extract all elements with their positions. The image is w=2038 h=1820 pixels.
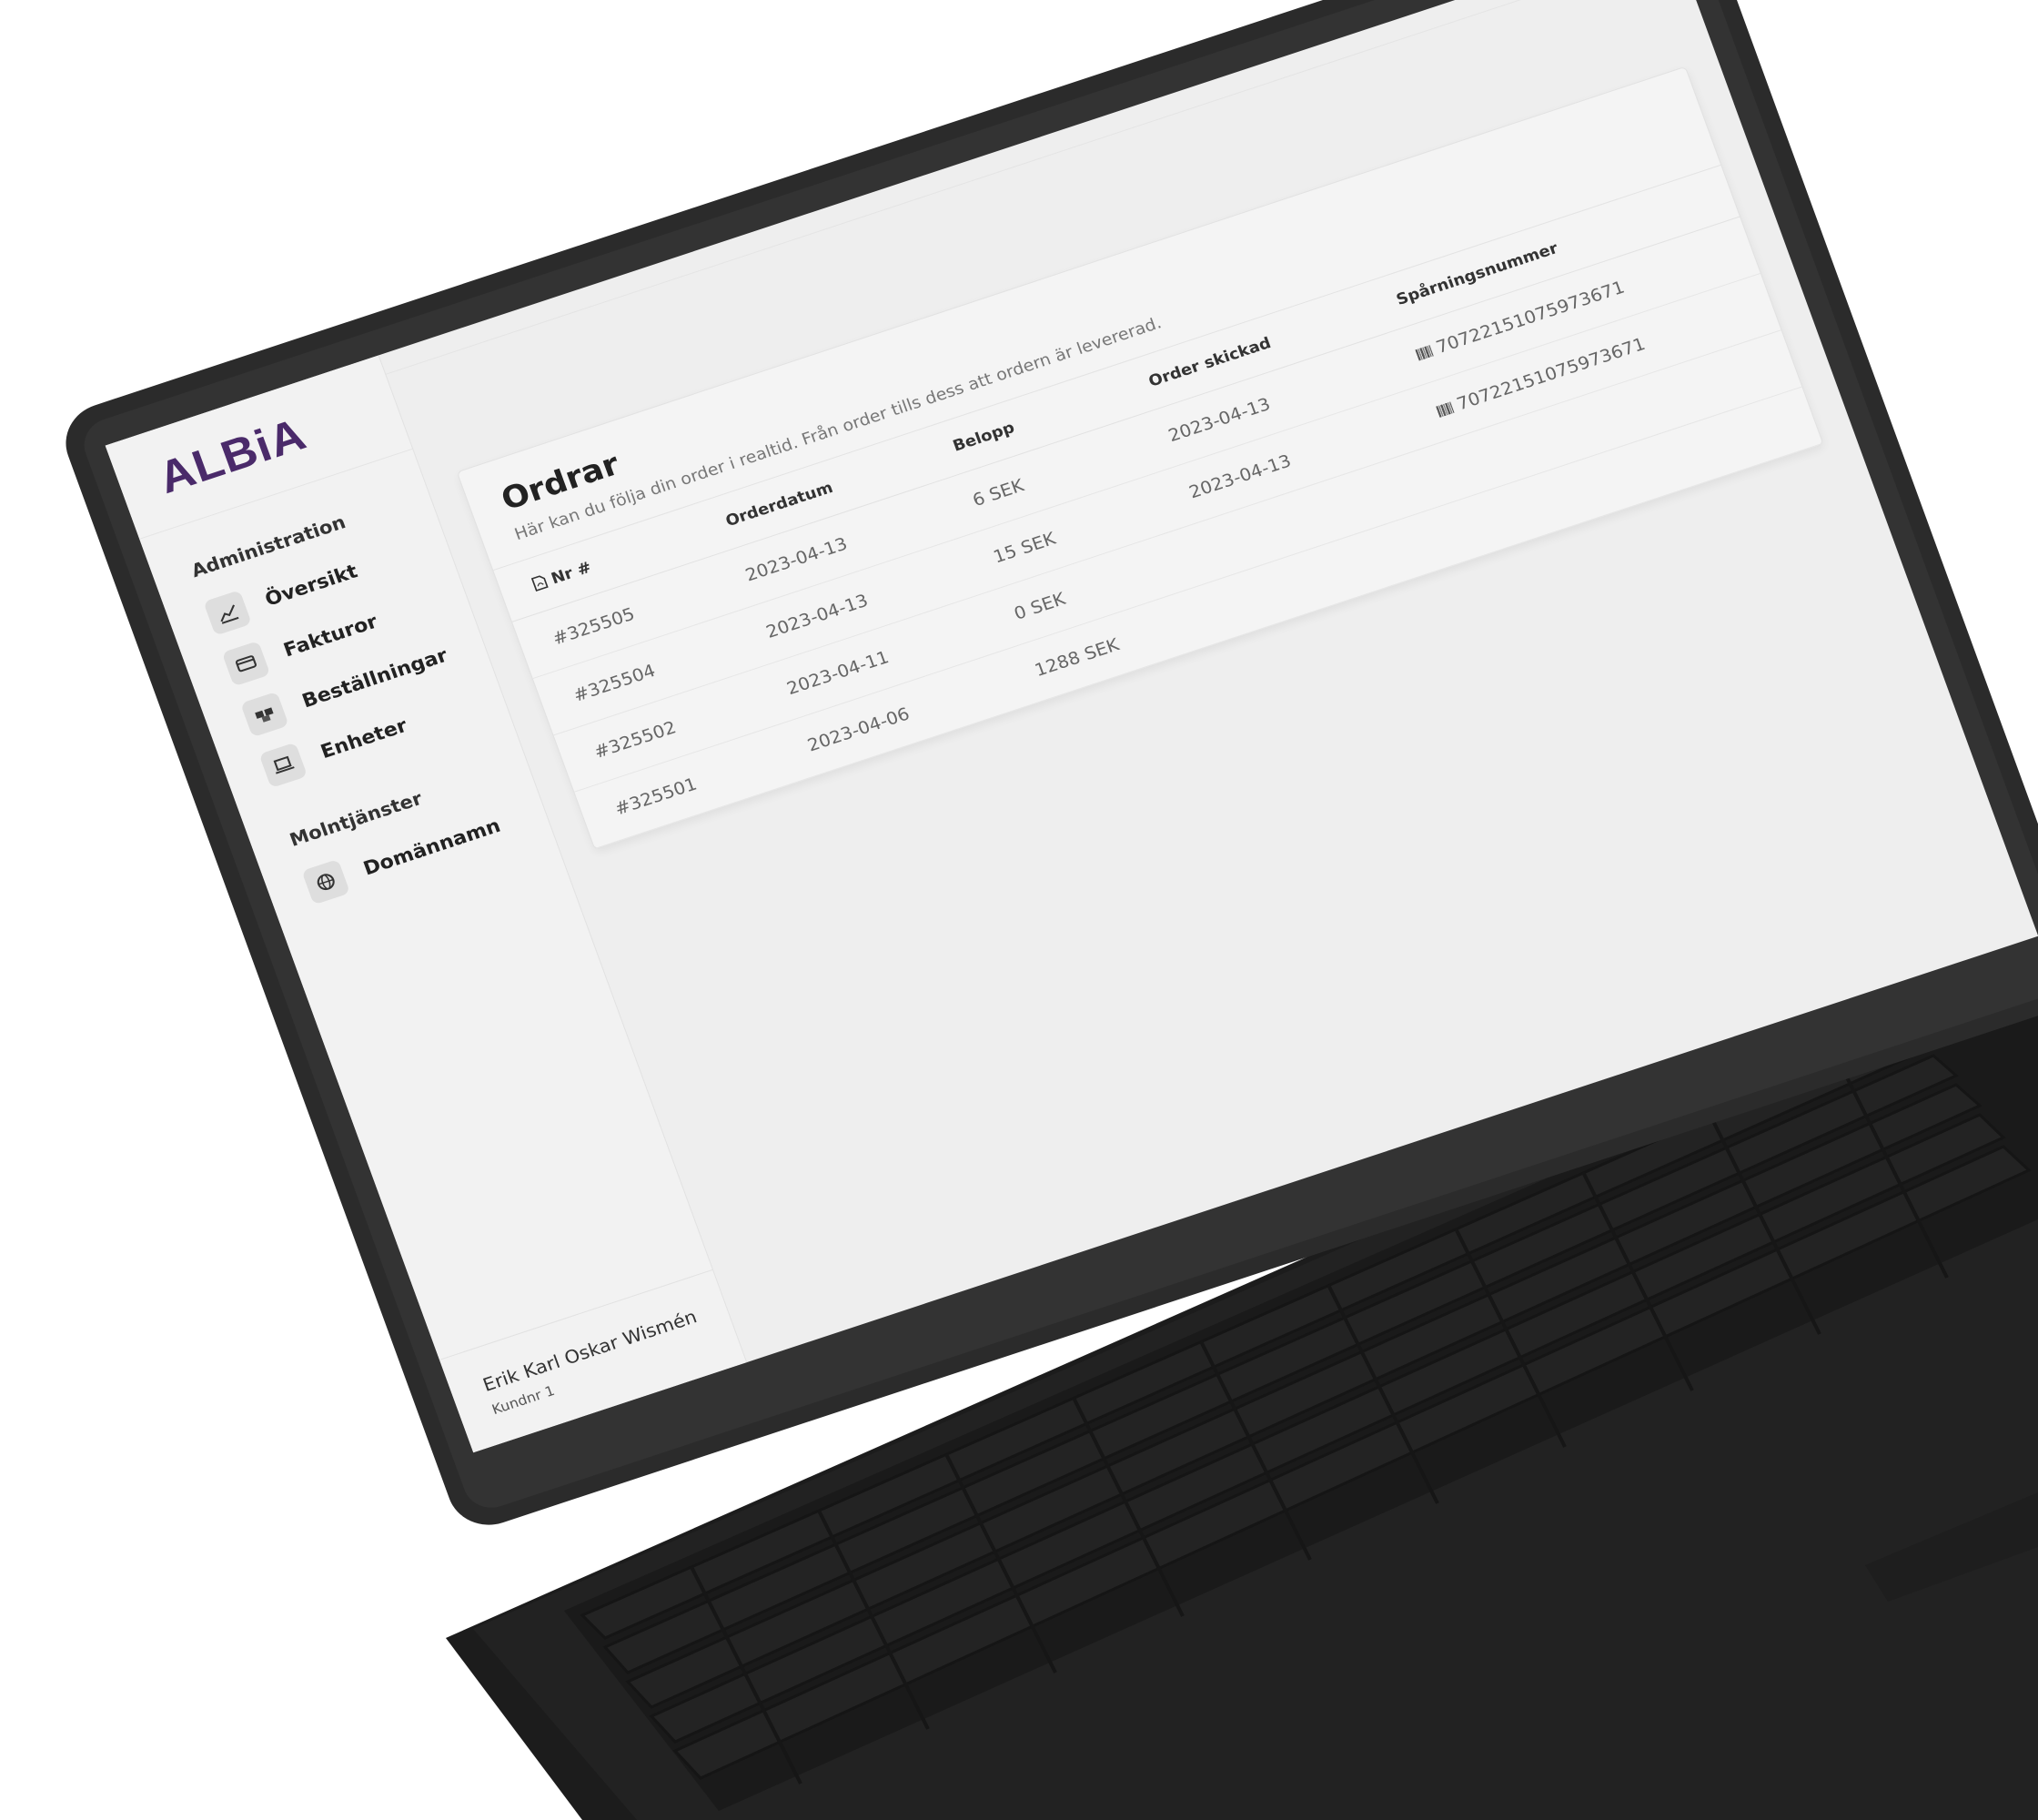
- chart-line-icon: [203, 590, 252, 636]
- credit-card-icon: [221, 641, 271, 687]
- barcode-icon: [1415, 345, 1434, 361]
- laptop-mockup: ALBiA Administration Översikt Fakturor B…: [0, 0, 2038, 1820]
- sidebar-item-label: Domännamn: [360, 814, 504, 880]
- column-label: Nr #: [549, 558, 594, 589]
- laptop-icon: [258, 742, 308, 789]
- pdf-file-icon: [530, 575, 549, 592]
- barcode-icon: [1436, 401, 1455, 418]
- boxes-icon: [240, 691, 289, 738]
- globe-icon: [301, 858, 351, 905]
